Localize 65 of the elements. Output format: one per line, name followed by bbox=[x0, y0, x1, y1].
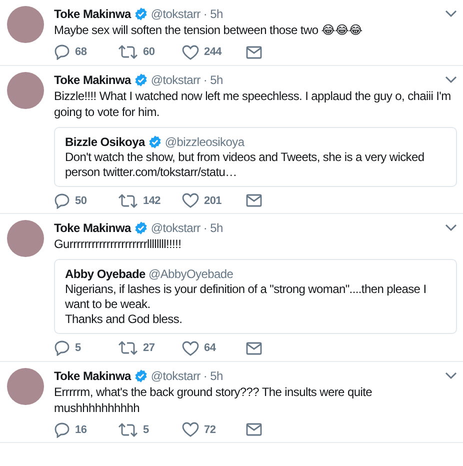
tweet-text: Bizzle!!!! What I watched now left me speechless. I applaud the guy o, chaiii I'm going to vote for him. bbox=[54, 88, 452, 120]
retweet-icon[interactable] bbox=[118, 422, 138, 437]
separator-dot: · bbox=[203, 220, 208, 236]
author-name[interactable]: Abby Oyebade bbox=[65, 266, 146, 282]
reply-count: 50 bbox=[75, 194, 87, 208]
separator-dot: · bbox=[203, 368, 208, 384]
retweet-count: 27 bbox=[143, 341, 155, 356]
avatar-circle bbox=[7, 368, 44, 404]
retweet-count: 142 bbox=[143, 194, 160, 208]
tweet-time[interactable]: 5h bbox=[210, 220, 223, 236]
envelope-icon[interactable] bbox=[246, 46, 262, 59]
like-icon[interactable] bbox=[182, 340, 199, 356]
reply-icon[interactable] bbox=[54, 422, 70, 438]
chevron-down-icon[interactable] bbox=[445, 10, 457, 18]
quoted-tweet-text: Thanks and God bless. bbox=[65, 312, 184, 327]
envelope-icon[interactable] bbox=[246, 342, 262, 355]
author-name[interactable]: Bizzle Osikoya bbox=[65, 134, 145, 150]
chevron-down-icon[interactable] bbox=[445, 76, 457, 84]
quoted-tweet-text: Don't watch the show, but from videos and Tweets, she is a very wicked person twitter.com/tokstarr/statu… bbox=[65, 150, 426, 180]
reply-count: 5 bbox=[75, 341, 81, 356]
quoted-tweet-card[interactable]: Abby Oyebade @AbbyOyebade Nigerians, if lashes is your definition of a "strong woman"....then please I want to be weak. Thanks and God bless. bbox=[54, 259, 457, 334]
like-count: 72 bbox=[204, 422, 216, 438]
envelope-icon[interactable] bbox=[246, 423, 262, 436]
author-handle[interactable]: @tokstarr bbox=[150, 368, 200, 384]
author-handle[interactable]: @tokstarr bbox=[150, 6, 200, 22]
retweet-icon[interactable] bbox=[118, 45, 138, 60]
like-count: 244 bbox=[204, 45, 222, 60]
author-name[interactable]: Toke Makinwa bbox=[54, 72, 131, 88]
author-name[interactable]: Toke Makinwa bbox=[54, 220, 131, 236]
separator-dot: · bbox=[203, 6, 208, 22]
chevron-down-icon[interactable] bbox=[445, 224, 457, 232]
like-icon[interactable] bbox=[182, 193, 199, 208]
like-icon[interactable] bbox=[182, 422, 199, 438]
tweet-time[interactable]: 5h bbox=[210, 72, 223, 88]
like-count: 201 bbox=[204, 194, 222, 208]
tweet-text: Gurrrrrrrrrrrrrrrrrrrrrllllllll!!!!! bbox=[54, 236, 182, 252]
retweet-icon[interactable] bbox=[118, 341, 138, 356]
retweet-count: 60 bbox=[143, 45, 155, 60]
author-handle[interactable]: @tokstarr bbox=[150, 72, 200, 88]
retweet-count: 5 bbox=[143, 422, 149, 438]
chevron-down-icon[interactable] bbox=[445, 372, 457, 380]
reply-icon[interactable] bbox=[54, 192, 70, 209]
avatar-circle bbox=[7, 72, 44, 108]
author-handle[interactable]: @AbbyOyebade bbox=[148, 266, 234, 282]
reply-count: 68 bbox=[75, 45, 87, 60]
author-handle[interactable]: @bizzleosikoya bbox=[164, 134, 244, 150]
avatar-circle bbox=[7, 6, 44, 43]
quoted-tweet-text: Nigerians, if lashes is your definition of a "strong woman"....then please I want to be weak. bbox=[65, 282, 428, 312]
tweet-text: Maybe sex will soften the tension between those two 😂😂😂 bbox=[54, 22, 364, 38]
reply-icon[interactable] bbox=[54, 44, 70, 60]
avatar-circle bbox=[7, 220, 44, 257]
like-count: 64 bbox=[204, 341, 216, 356]
tweet-text: Errrrrm, what's the back ground story??? The insults were quite mushhhhhhhhhh bbox=[54, 384, 373, 416]
reply-count: 16 bbox=[75, 422, 87, 438]
tweet-time[interactable]: 5h bbox=[210, 6, 223, 22]
author-name[interactable]: Toke Makinwa bbox=[54, 6, 131, 22]
envelope-icon[interactable] bbox=[246, 194, 262, 208]
quoted-tweet-card[interactable]: Bizzle Osikoya @bizzleosikoya Don't watch the show, but from videos and Tweets, she is a very wicked person twitter.com/tokstarr/statu… bbox=[54, 126, 457, 186]
reply-icon[interactable] bbox=[54, 340, 70, 356]
author-name[interactable]: Toke Makinwa bbox=[54, 368, 131, 384]
author-handle[interactable]: @tokstarr bbox=[150, 220, 200, 236]
like-icon[interactable] bbox=[182, 44, 199, 60]
tweet-time[interactable]: 5h bbox=[210, 368, 223, 384]
separator-dot: · bbox=[203, 72, 208, 88]
retweet-icon[interactable] bbox=[118, 194, 138, 208]
